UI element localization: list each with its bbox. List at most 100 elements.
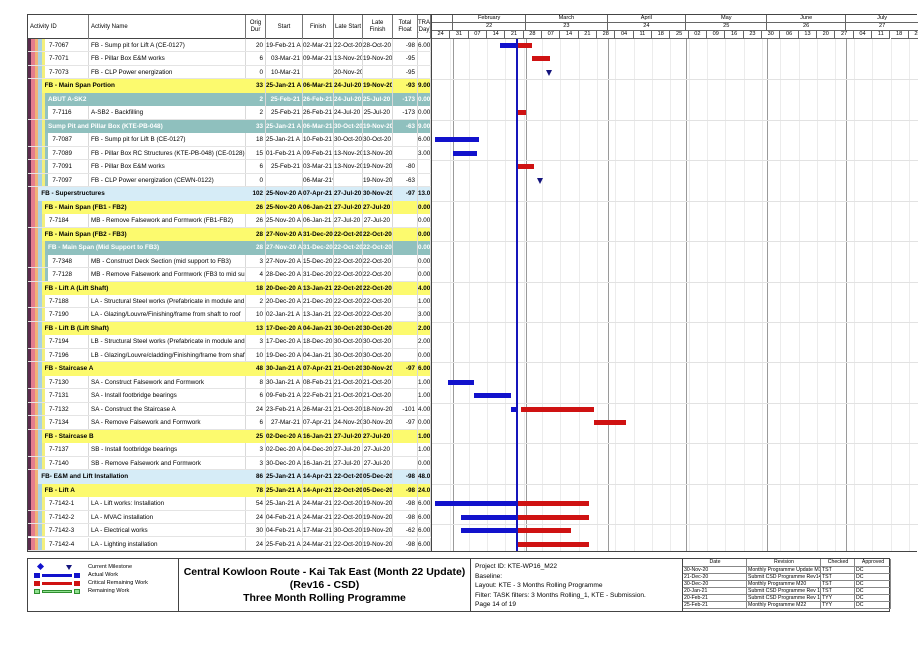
critical-remaining-bar: [594, 420, 625, 425]
cell-start: 02-Dec-20 A: [266, 430, 303, 443]
cell-ls: 27-Jul-20: [334, 457, 363, 469]
cell-lf: 27-Jul-20: [363, 214, 393, 226]
cell-tra: 1.00: [418, 295, 431, 307]
week-gridline: [652, 39, 653, 551]
cell-ls: [334, 174, 363, 186]
cell-finish: 06-Jan-21 A: [303, 201, 334, 214]
critical-remaining-bar: [517, 110, 526, 115]
cell-tf: [393, 268, 418, 280]
cell-od: 33: [246, 79, 266, 92]
cell-od: 20: [246, 39, 266, 51]
milestone-diamond-icon: [37, 563, 44, 570]
cell-tra: 24.00: [418, 484, 431, 497]
cell-tra: 6.00: [418, 133, 431, 145]
cell-id: 7-7196: [28, 349, 89, 361]
cell-tra: [418, 52, 431, 64]
cell-start: 27-Nov-20 A: [266, 255, 303, 267]
cell-tf: [393, 295, 418, 307]
page-title: Central Kowloon Route - Kai Tak East (Mo…: [179, 566, 470, 592]
week-cell: 13: [799, 31, 817, 39]
cell-tra: 1.00: [418, 389, 431, 401]
cell-id: 7-7142-2: [28, 511, 89, 523]
cell-id: 7-7091: [28, 160, 89, 172]
cell-start: 19-Feb-21 A: [266, 39, 303, 51]
cell-lf: 19-Nov-20: [363, 174, 393, 186]
cell-finish: 14-Apr-21: [303, 484, 334, 497]
week-cell: 11: [634, 31, 652, 39]
critical-remaining-bar: [517, 43, 531, 48]
week-gridline: [854, 39, 855, 551]
summary-row: FB - Main Span Portion3325-Jan-21 A06-Ma…: [28, 79, 431, 92]
week-gridline: [909, 39, 910, 551]
month-gridline: [608, 39, 609, 551]
cell-od: 3: [246, 255, 266, 267]
summary-label: FB - Lift A (Lift Shaft): [45, 282, 246, 295]
cell-tra: 2.00: [418, 335, 431, 347]
cell-ls: 27-Jul-20: [334, 214, 363, 226]
table-row: 7-7137SB - Install footbridge bearings30…: [28, 443, 431, 456]
cell-tra: 1.00: [418, 376, 431, 388]
cell-finish: 26-Feb-21: [303, 93, 334, 106]
cell-finish: 18-Dec-20 A: [303, 335, 334, 347]
column-header-start: Start: [266, 15, 303, 39]
cell-finish: 06-Mar-21: [303, 79, 334, 92]
group-band-stripe: [38, 282, 41, 295]
legend-label: Remaining Work: [88, 588, 129, 595]
cell-id: 7-7131: [28, 389, 89, 401]
week-gridline: [707, 39, 708, 551]
cell-finish: 21-Dec-20 A: [303, 295, 334, 307]
week-gridline: [469, 39, 470, 551]
cell-start: [266, 174, 303, 186]
cell-finish: 04-Jan-21 A: [303, 349, 334, 361]
week-cell: 04: [854, 31, 872, 39]
cell-lf: 30-Nov-20: [363, 416, 393, 428]
footer: Current MilestoneActual WorkCritical Rem…: [27, 558, 890, 612]
cell-finish: 17-Mar-21: [303, 524, 334, 536]
cell-tf: -98: [393, 484, 418, 497]
row-gridline: [432, 79, 918, 80]
cell-name: LA - MVAC installation: [89, 511, 246, 523]
project-info-line: Baseline:: [475, 572, 682, 582]
week-cell: 02: [689, 31, 707, 39]
cell-finish: 06-Mar-21*: [303, 174, 334, 186]
cell-lf: 19-Nov-20: [363, 497, 393, 509]
cell-ls: 30-Oct-20: [334, 120, 363, 133]
group-band-stripe: [42, 93, 45, 106]
cell-tra: 6.00: [418, 524, 431, 536]
table-row: 7-7184MB - Remove Falsework and Formwork…: [28, 214, 431, 227]
cell-name: LA - Lift works: Installation: [89, 497, 246, 509]
legend-label: Critical Remaining Work: [88, 580, 148, 587]
cell-lf: 05-Dec-20: [363, 484, 393, 497]
critical-remaining-bar: [521, 407, 594, 412]
cell-ls: 22-Oct-20: [334, 282, 363, 295]
cell-od: 3: [246, 335, 266, 347]
cell-name: LA - Electrical works: [89, 524, 246, 536]
cell-start: 25-Jan-21 A: [266, 484, 303, 497]
cell-finish: 15-Dec-20 A: [303, 255, 334, 267]
cell-id: 7-7134: [28, 416, 89, 428]
cell-ls: 21-Oct-20: [334, 403, 363, 415]
milestone-marker: [537, 178, 543, 184]
row-gridline: [432, 241, 918, 242]
cell-finish: 14-Apr-21: [303, 470, 334, 483]
table-row: 7-7067FB - Sump pit for Lift A (CE-0127)…: [28, 39, 431, 52]
summary-row: FB - Lift A (Lift Shaft)1820-Dec-20 A13-…: [28, 282, 431, 295]
table-row: 7-7097FB - CLP Power energization (CEWN-…: [28, 174, 431, 187]
cell-tra: 9.00: [418, 120, 431, 133]
revision-cell: Monthly Programme M20: [747, 581, 821, 588]
month-number-cell: [432, 23, 453, 31]
week-gridline: [799, 39, 800, 551]
cell-tra: 0.00: [418, 228, 431, 241]
summary-label: FB - Staircase A: [45, 362, 246, 375]
cell-tra: 3.00: [418, 308, 431, 320]
month-name-cell: [432, 15, 453, 23]
cell-name: MB - Remove Falsework and Formwork (FB3 …: [89, 268, 246, 280]
revision-row: 25-Feb-21Monthly Programme M22TYYDC: [683, 602, 891, 609]
row-gridline: [432, 524, 918, 525]
summary-label: FB - Main Span Portion: [45, 79, 246, 92]
gantt-chart: FebruaryMarchAprilMayJuneJuly22232425262…: [431, 15, 918, 551]
cell-name: SB - Install footbridge bearings: [89, 443, 246, 455]
cell-od: 18: [246, 282, 266, 295]
cell-ls: 13-Nov-20: [334, 147, 363, 159]
cell-tf: [393, 322, 418, 335]
